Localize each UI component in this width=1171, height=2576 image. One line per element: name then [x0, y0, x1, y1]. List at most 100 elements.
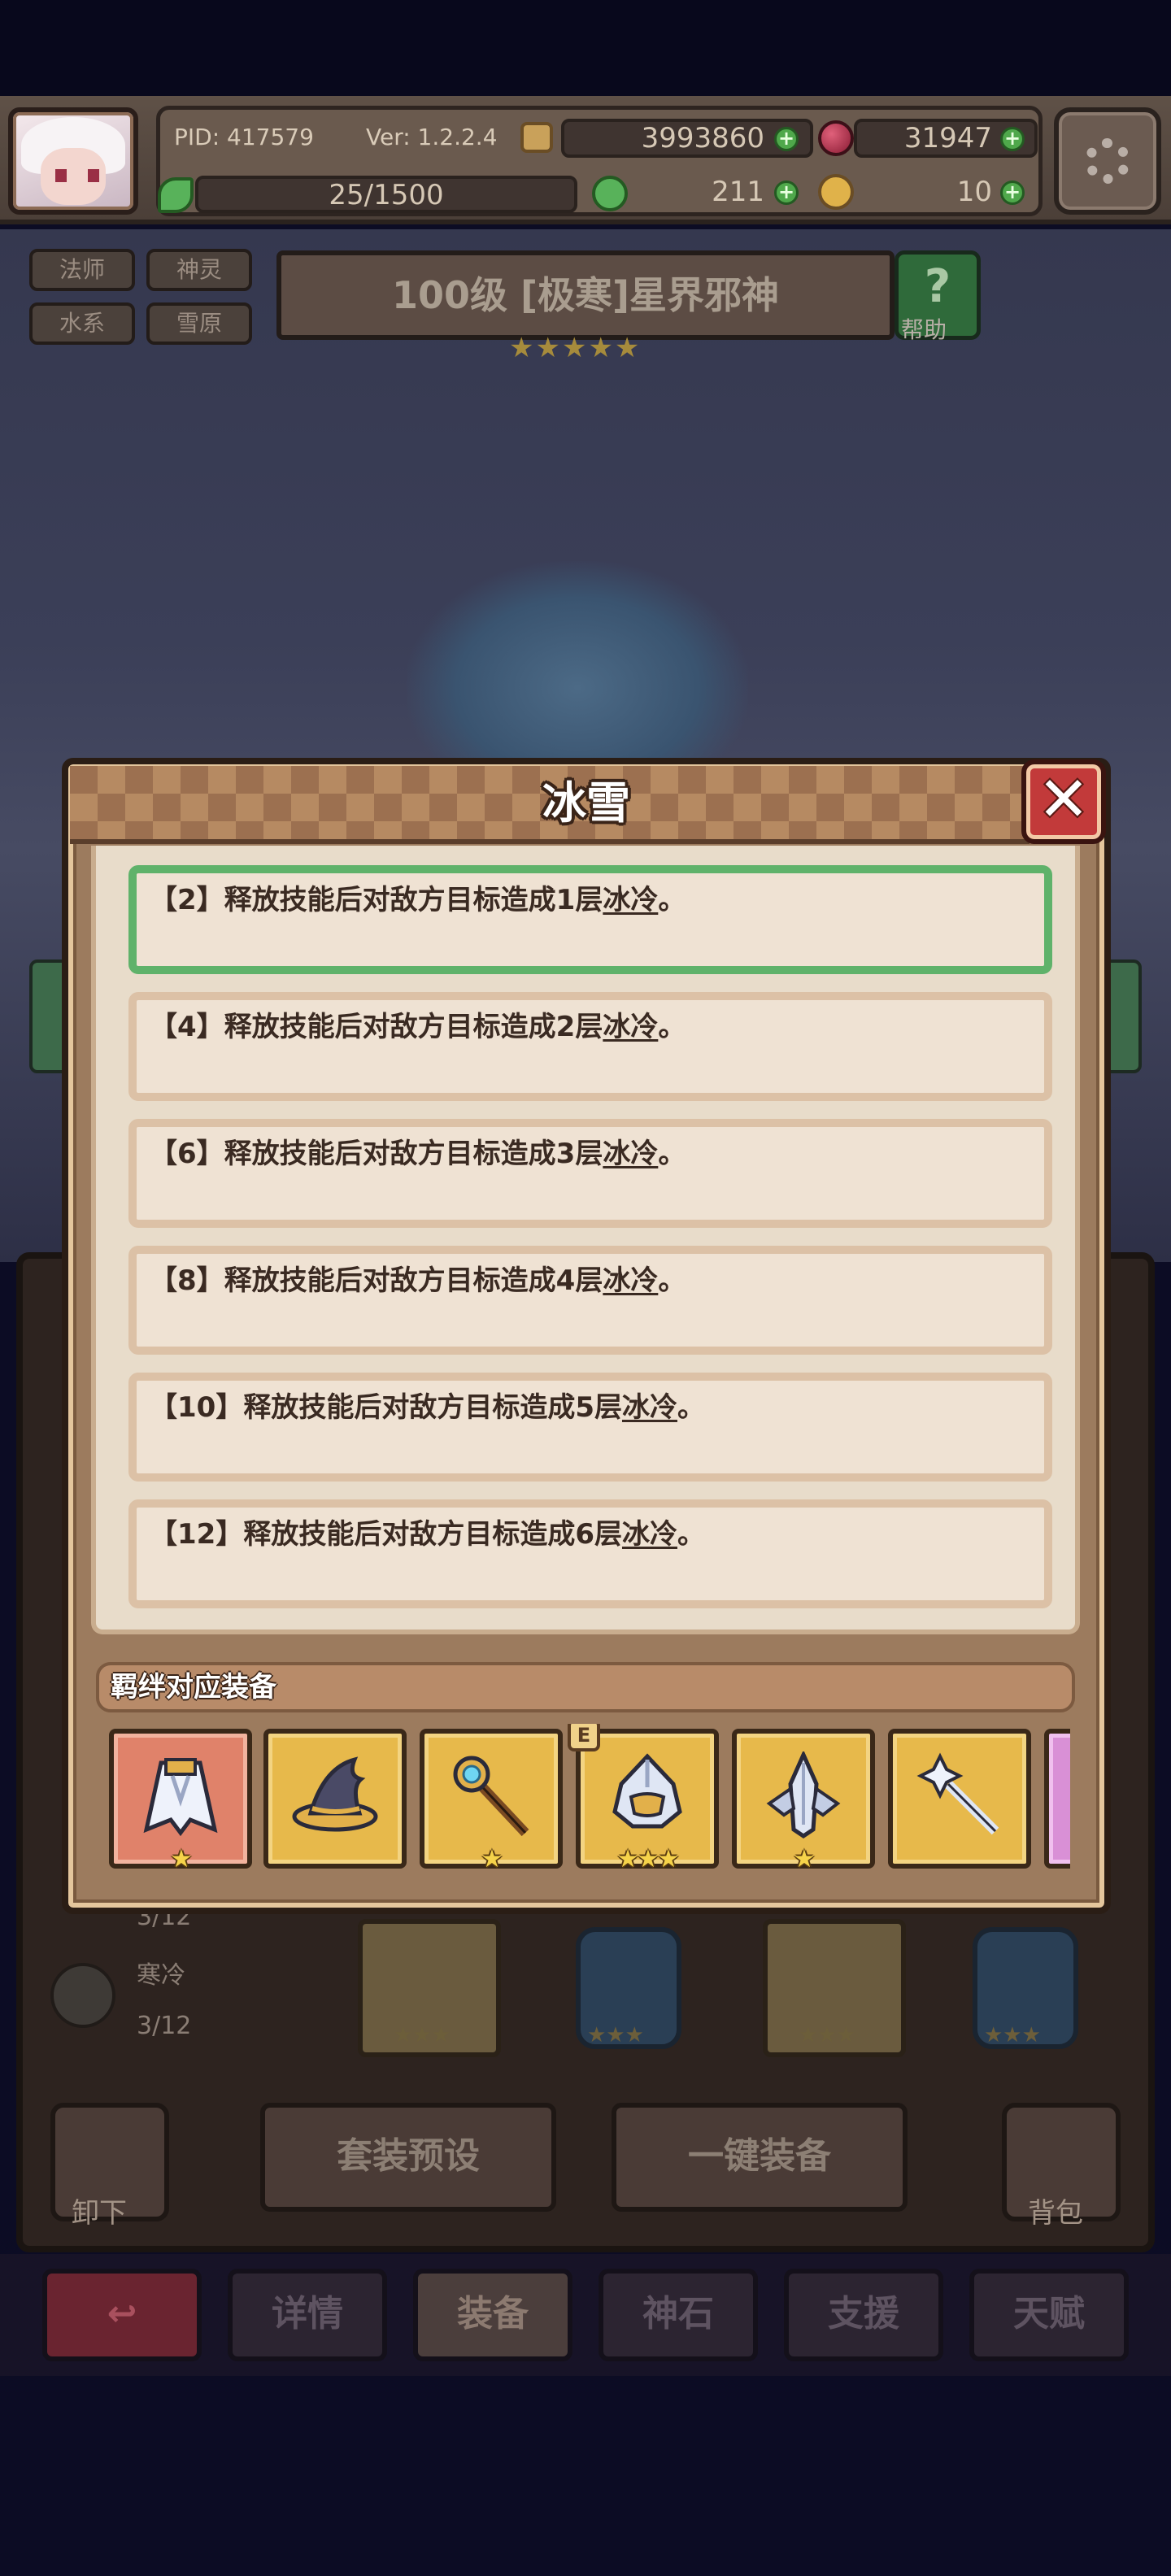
bonus-end: 。	[677, 1518, 705, 1551]
bonus-keyword-link[interactable]: 冰冷	[622, 1391, 677, 1424]
bond-item-stars: ★	[793, 1845, 816, 1873]
bonus-level: 【10】	[150, 1391, 244, 1424]
back-button[interactable]: ↩	[42, 2269, 202, 2361]
bonus-level: 【2】	[150, 884, 224, 916]
hero-sprite	[407, 561, 748, 772]
bonus-text: 释放技能后对敌方目标造成1层	[224, 884, 603, 916]
bond-item-staff[interactable]: ★	[420, 1729, 563, 1873]
bonus-keyword-link[interactable]: 冰冷	[603, 1011, 658, 1043]
chicken-value: 10	[956, 176, 992, 208]
modal-title: 冰雪	[542, 777, 630, 829]
nav-tab-details[interactable]: 详情	[228, 2269, 387, 2361]
bonus-text: 释放技能后对敌方目标造成2层	[224, 1011, 603, 1043]
close-button[interactable]: ✕	[1021, 759, 1106, 844]
bonus-item: 【6】释放技能后对敌方目标造成3层冰冷。	[128, 1119, 1052, 1228]
bonus-item: 【4】释放技能后对敌方目标造成2层冰冷。	[128, 992, 1052, 1101]
bonus-level: 【8】	[150, 1264, 224, 1297]
bond-item-wand[interactable]	[888, 1729, 1031, 1869]
hero-tag-element: 水系	[29, 302, 135, 345]
auto-equip-button[interactable]: 一键装备	[612, 2103, 908, 2212]
ice-wand-icon	[916, 1752, 999, 1835]
bonus-text: 释放技能后对敌方目标造成5层	[243, 1391, 622, 1424]
nav-tab-support[interactable]: 支援	[784, 2269, 943, 2361]
bond-progress-cold: 3/12	[137, 2012, 192, 2040]
bonus-end: 。	[677, 1391, 705, 1424]
gear-icon	[1085, 138, 1130, 184]
bond-item-more[interactable]	[1044, 1729, 1070, 1869]
hero-title: 100级 [极寒]星界邪神	[276, 250, 895, 340]
bond-item-hat[interactable]	[263, 1729, 407, 1869]
stamina-icon	[158, 177, 194, 213]
gem-slot-1-stars: ★★★	[587, 2023, 644, 2047]
bond-item-stars: ★	[481, 1845, 503, 1873]
gem-value: 31947	[903, 122, 992, 154]
gem-add-button[interactable]: +	[1000, 127, 1025, 151]
bond-item-badge: E	[568, 1724, 600, 1751]
settings-button[interactable]	[1054, 107, 1161, 215]
bonus-keyword-link[interactable]: 冰冷	[622, 1518, 677, 1551]
avatar-eye-left	[55, 169, 67, 182]
bonus-item: 【12】释放技能后对敌方目标造成6层冰冷。	[128, 1499, 1052, 1608]
preset-button[interactable]: 套装预设	[260, 2103, 556, 2212]
bonus-list[interactable]: 【2】释放技能后对敌方目标造成1层冰冷。 【4】释放技能后对敌方目标造成2层冰冷…	[91, 846, 1080, 1634]
gold-add-button[interactable]: +	[774, 127, 799, 151]
bonus-keyword-link[interactable]: 冰冷	[603, 1138, 658, 1170]
bonus-end: 。	[658, 1264, 686, 1297]
nav-tab-equipment[interactable]: 装备	[413, 2269, 572, 2361]
bond-item-stars: ★	[170, 1845, 193, 1873]
version-badge-icon	[520, 122, 553, 153]
hero-tag-region: 雪原	[146, 302, 252, 345]
help-label: 帮助	[901, 316, 947, 343]
nav-tab-godstone[interactable]: 神石	[599, 2269, 758, 2361]
bond-item-cape[interactable]: ★	[109, 1729, 252, 1873]
gem-slot-2-stars: ★★★	[984, 2023, 1041, 2047]
bond-item-stars: ★★★	[616, 1845, 680, 1873]
bonus-level: 【4】	[150, 1011, 224, 1043]
hero-tag-race: 神灵	[146, 249, 252, 291]
equip-slot-boots-stars: ★★★	[799, 2023, 855, 2047]
hero-tag-class: 法师	[29, 249, 135, 291]
player-avatar[interactable]	[8, 107, 138, 215]
bond-equipment-title: 羁绊对应装备	[111, 1671, 276, 1704]
gold-value: 3993860	[641, 122, 764, 154]
bonus-level: 【6】	[150, 1138, 224, 1170]
bonus-text: 释放技能后对敌方目标造成4层	[224, 1264, 603, 1297]
wizard-hat-icon	[292, 1756, 378, 1832]
bond-name-cold: 寒冷	[137, 1961, 185, 1990]
nav-tab-talent[interactable]: 天赋	[969, 2269, 1129, 2361]
bonus-end: 。	[658, 1138, 686, 1170]
version-label: Ver: 1.2.2.4	[366, 124, 498, 150]
bond-item-crystal[interactable]: ★	[732, 1729, 875, 1873]
hero-star-rating: ★★★★★	[509, 332, 642, 364]
clover-add-button[interactable]: +	[774, 181, 799, 205]
bonus-keyword-link[interactable]: 冰冷	[603, 1264, 658, 1297]
unequip-label: 卸下	[72, 2197, 127, 2230]
clover-icon	[592, 176, 628, 211]
ice-crystal-icon	[766, 1751, 841, 1839]
ice-staff-icon	[453, 1756, 529, 1837]
bonus-end: 。	[658, 1011, 686, 1043]
bonus-end: 。	[658, 884, 686, 916]
bond-equipment-strip[interactable]: ★ ★ E ★★★ ★	[102, 1724, 1070, 1882]
gem-icon	[818, 120, 854, 156]
cape-icon	[143, 1758, 218, 1837]
bonus-item: 【8】释放技能后对敌方目标造成4层冰冷。	[128, 1246, 1052, 1355]
bonus-text: 释放技能后对敌方目标造成6层	[243, 1518, 622, 1551]
bond-item-helmet[interactable]: E ★★★	[568, 1724, 719, 1873]
bonus-keyword-link[interactable]: 冰冷	[603, 884, 658, 916]
stamina-value: 25/1500	[329, 179, 444, 211]
player-id: PID: 417579	[174, 124, 314, 150]
avatar-eye-right	[88, 169, 99, 182]
equip-slot-helmet-stars: ★★★	[394, 2023, 451, 2047]
bonus-item: 【2】释放技能后对敌方目标造成1层冰冷。	[128, 865, 1052, 974]
bonus-text: 释放技能后对敌方目标造成3层	[224, 1138, 603, 1170]
chicken-add-button[interactable]: +	[1000, 181, 1025, 205]
bonus-item: 【10】释放技能后对敌方目标造成5层冰冷。	[128, 1373, 1052, 1482]
bonus-level: 【12】	[150, 1518, 244, 1551]
ice-helmet-icon	[612, 1753, 682, 1829]
status-band	[0, 0, 1171, 96]
bag-label: 背包	[1028, 2197, 1083, 2230]
cold-debuff-icon	[50, 1963, 115, 2028]
chicken-leg-icon	[818, 174, 854, 210]
clover-value: 211	[712, 176, 764, 208]
